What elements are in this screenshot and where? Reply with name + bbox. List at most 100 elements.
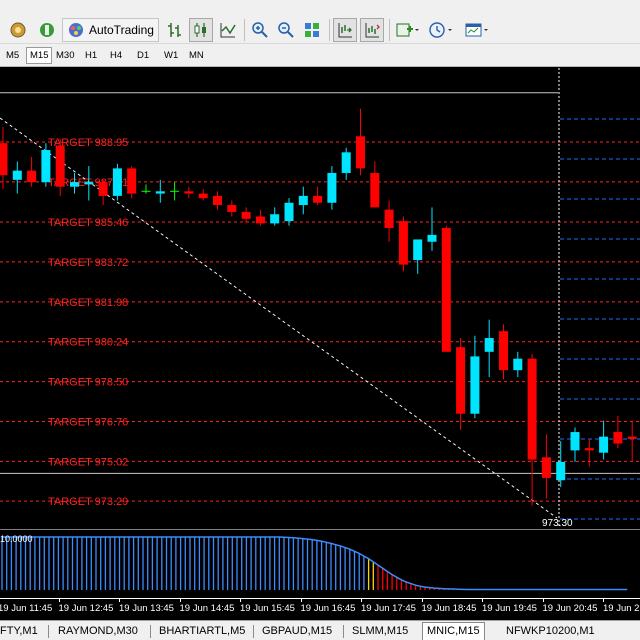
time-tick-mark: [542, 599, 544, 602]
time-tick: 19 Jun 19:45: [482, 603, 537, 614]
tab-raymond-m30[interactable]: RAYMOND,M30: [54, 623, 142, 640]
timeframe-m30[interactable]: M30: [52, 47, 78, 64]
tab-fty-m1[interactable]: FTY,M1: [0, 623, 42, 640]
candlestick-chart-icon[interactable]: [189, 18, 213, 42]
candle: [184, 186, 194, 199]
candle: [270, 207, 280, 226]
data-window-icon[interactable]: [36, 18, 58, 42]
candle-body: [484, 338, 494, 352]
candle-body: [599, 436, 609, 453]
candle-body: [12, 170, 22, 180]
candle: [112, 163, 122, 201]
candle-body: [627, 436, 637, 439]
candle-body: [213, 195, 222, 206]
target-label: TARGET 976.76: [48, 417, 128, 429]
candle: [341, 147, 351, 180]
candle-body: [0, 143, 8, 176]
candle: [41, 143, 51, 187]
candle-body: [198, 193, 208, 199]
candle-body: [384, 209, 394, 228]
tab-mnic-m15[interactable]: MNIC,M15: [422, 622, 485, 640]
target-label: TARGET 981.98: [48, 297, 128, 309]
candle: [155, 179, 165, 203]
candle: [127, 166, 137, 199]
candle-body: [327, 172, 337, 203]
line-chart-icon[interactable]: [216, 18, 240, 42]
candle: [327, 166, 337, 210]
autotrading-button[interactable]: AutoTrading: [62, 18, 159, 42]
time-tick-mark: [58, 599, 60, 602]
tab-separator: [150, 625, 151, 638]
candle: [384, 200, 394, 242]
candle: [413, 239, 423, 274]
indicator-panel[interactable]: [0, 529, 640, 598]
indicator-value-label: 10.0000: [0, 534, 33, 544]
timeframe-mn[interactable]: MN: [185, 47, 208, 64]
expert-advisor-icon: [69, 23, 83, 37]
candle: [241, 207, 251, 224]
candle: [513, 351, 523, 378]
periods-icon[interactable]: [426, 18, 458, 42]
candle: [12, 161, 22, 194]
timeframe-h4[interactable]: H4: [106, 47, 126, 64]
candle: [484, 319, 494, 378]
auto-scroll-icon[interactable]: [360, 18, 384, 42]
bar-chart-icon[interactable]: [163, 18, 187, 42]
candle-body: [441, 227, 451, 352]
time-tick: 19 Jun 16:45: [300, 603, 356, 614]
candle: [584, 438, 594, 467]
candle: [27, 156, 37, 187]
chart-window[interactable]: TARGET 988.95 TARGET 987.21 TARGET 985.46 T…: [0, 68, 640, 598]
tab-gbpaud-m15[interactable]: GBPAUD,M15: [258, 623, 336, 640]
candle-body: [613, 432, 623, 444]
candle-body: [470, 356, 480, 414]
timeframe-w1[interactable]: W1: [160, 47, 182, 64]
tab-bhartiartl-m5[interactable]: BHARTIARTL,M5: [155, 623, 249, 640]
target-label: TARGET 975.02: [48, 456, 128, 468]
templates-icon[interactable]: [462, 18, 494, 42]
candle: [141, 184, 151, 194]
candle-body: [570, 432, 580, 451]
candle-body: [255, 216, 265, 224]
candle-body: [541, 457, 551, 478]
time-tick-mark: [179, 599, 181, 602]
candle-body: [513, 358, 523, 371]
time-tick: 19 Jun 17:45: [361, 603, 416, 614]
time-tick-mark: [482, 599, 483, 602]
candle-body: [413, 239, 423, 261]
target-label: TARGET 980.24: [48, 337, 128, 349]
candle: [298, 186, 308, 215]
toolbar-separator: [329, 19, 330, 41]
candle: [84, 166, 94, 201]
candle-body: [556, 461, 566, 481]
tile-windows-icon[interactable]: [300, 18, 324, 42]
time-tick: 19 Jun 18:45: [421, 603, 477, 614]
time-tick: 19 Jun 20:45: [542, 603, 598, 614]
candle-body: [155, 191, 165, 194]
candle: [0, 127, 8, 190]
tab-nfwkp10200-m1[interactable]: NFWKP10200,M1: [502, 623, 599, 640]
zoom-in-icon[interactable]: [248, 18, 272, 42]
indicators-icon[interactable]: [393, 18, 423, 42]
candle: [356, 108, 365, 176]
candle-body: [55, 145, 65, 187]
timeframe-m5[interactable]: M5: [2, 47, 23, 64]
candle-body: [70, 182, 79, 187]
target-label: TARGET 978.50: [48, 377, 128, 389]
timeframe-d1[interactable]: D1: [133, 47, 153, 64]
market-watch-icon[interactable]: [6, 18, 30, 42]
candle: [213, 191, 222, 210]
timeframe-h1[interactable]: H1: [81, 47, 101, 64]
candle: [98, 179, 108, 206]
candle-body: [112, 168, 122, 196]
tab-slmm-m15[interactable]: SLMM,M15: [348, 623, 412, 640]
zoom-out-icon[interactable]: [274, 18, 298, 42]
timeframe-m15[interactable]: M15: [26, 47, 53, 64]
price-chart[interactable]: TARGET 988.95TARGET 987.21TARGET 985.46T…: [0, 68, 640, 526]
candle: [499, 324, 508, 380]
time-tick: 19 Jun 13:45: [119, 603, 174, 614]
candle-body: [499, 331, 508, 371]
autotrading-label: AutoTrading: [89, 23, 154, 37]
chart-shift-icon[interactable]: [333, 18, 357, 42]
candle: [398, 216, 408, 272]
